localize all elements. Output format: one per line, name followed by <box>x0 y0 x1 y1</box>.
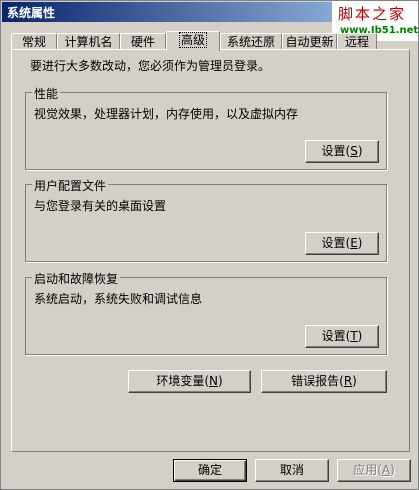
ok-button[interactable]: 确定 <box>173 459 247 482</box>
group-title: 用户配置文件 <box>32 177 109 194</box>
group-title: 启动和故障恢复 <box>32 270 121 287</box>
group-description: 与您登录有关的桌面设置 <box>34 199 167 213</box>
group-title: 性能 <box>32 85 61 102</box>
cancel-button[interactable]: 取消 <box>255 459 329 482</box>
advanced-tab-panel: 要进行大多数改动，您必须作为管理员登录。 性能 视觉效果，处理器计划，内存使用，… <box>11 49 410 452</box>
performance-group: 性能 视觉效果，处理器计划，内存使用，以及虚拟内存 设置(S) <box>25 85 387 170</box>
tab-automatic-updates[interactable]: 自动更新 <box>282 33 337 50</box>
tab-advanced[interactable]: 高级 <box>166 31 220 51</box>
performance-settings-button[interactable]: 设置(S) <box>305 140 379 163</box>
environment-variables-button[interactable]: 环境变量(N) <box>128 370 251 393</box>
error-reporting-button[interactable]: 错误报告(R) <box>261 370 387 393</box>
tab-system-restore[interactable]: 系统还原 <box>220 33 282 50</box>
window-title: 系统属性 <box>7 6 56 20</box>
group-description: 系统启动，系统失败和调试信息 <box>34 292 203 306</box>
system-properties-window: 系统属性 脚本之家 www.Jb51.net 常规 计算机名 硬件 高级 系统还… <box>0 0 419 490</box>
user-profiles-group: 用户配置文件 与您登录有关的桌面设置 设置(E) <box>25 177 387 262</box>
tab-remote[interactable]: 远程 <box>337 33 377 50</box>
group-description: 视觉效果，处理器计划，内存使用，以及虚拟内存 <box>34 107 299 121</box>
admin-notice: 要进行大多数改动，您必须作为管理员登录。 <box>30 59 271 73</box>
tab-general[interactable]: 常规 <box>11 33 57 50</box>
tab-hardware[interactable]: 硬件 <box>120 33 166 50</box>
startup-recovery-group: 启动和故障恢复 系统启动，系统失败和调试信息 设置(T) <box>25 270 387 355</box>
watermark-brand: 脚本之家 <box>338 5 407 23</box>
apply-button: 应用(A) <box>337 459 411 482</box>
startup-recovery-settings-button[interactable]: 设置(T) <box>305 325 379 348</box>
tab-strip: 常规 计算机名 硬件 高级 系统还原 自动更新 远程 <box>11 31 377 51</box>
user-profiles-settings-button[interactable]: 设置(E) <box>305 232 379 255</box>
tab-computer-name[interactable]: 计算机名 <box>57 33 120 50</box>
